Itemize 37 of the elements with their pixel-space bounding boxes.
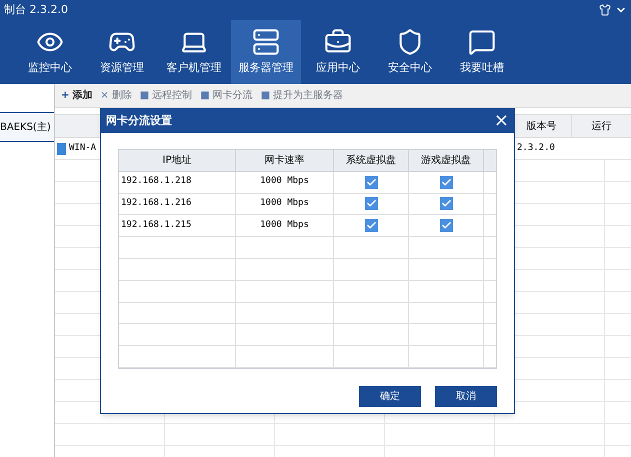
nav-tab[interactable]: 我要吐槽 <box>447 20 517 84</box>
checkbox[interactable] <box>364 176 378 189</box>
column-header: 系统虚拟盘 <box>334 150 409 171</box>
dialog-button[interactable]: 取消 <box>435 386 497 407</box>
ip-cell: 192.168.1.216 <box>119 194 236 214</box>
table-cell-text: 2.3.2.0 <box>516 142 555 155</box>
close-button[interactable]: × <box>494 112 509 130</box>
window-title: 制台 2.3.2.0 <box>4 2 68 18</box>
toolbar-button[interactable]: + 添加 <box>61 88 92 103</box>
ip-cell: 192.168.1.218 <box>119 172 236 193</box>
column-header: 网卡速率 <box>236 150 334 171</box>
message-icon <box>468 28 496 56</box>
nav-tab[interactable]: 安全中心 <box>375 20 445 84</box>
dialog-button[interactable]: 确定 <box>359 386 421 407</box>
column-header: IP地址 <box>119 150 236 171</box>
speed-cell: 1000 Mbps <box>236 172 334 193</box>
column-header: 游戏虚拟盘 <box>409 150 484 171</box>
sidebar-item[interactable]: BAEKS(主) <box>0 112 54 142</box>
checkbox[interactable] <box>440 176 452 189</box>
table-cell-text: WIN-A <box>69 142 98 155</box>
nav-tab[interactable]: 客户机管理 <box>159 20 229 84</box>
speed-cell: 1000 Mbps <box>236 215 334 236</box>
nav-tab[interactable]: 资源管理 <box>87 20 157 84</box>
nav-tab[interactable]: 应用中心 <box>303 20 373 84</box>
checkbox[interactable] <box>364 197 378 210</box>
server-icon <box>57 142 66 154</box>
server-icon <box>252 28 280 56</box>
speed-cell: 1000 Mbps <box>236 194 334 214</box>
nav-tab[interactable]: 监控中心 <box>15 20 85 84</box>
ip-cell: 192.168.1.215 <box>119 215 236 236</box>
dialog-title: 网卡分流设置 <box>106 112 172 129</box>
checkbox[interactable] <box>440 197 452 210</box>
nav-tab[interactable]: 服务器管理 <box>231 20 301 84</box>
checkbox[interactable] <box>364 219 378 232</box>
shirt-icon[interactable] <box>599 4 611 16</box>
checkbox[interactable] <box>440 219 452 232</box>
column-header: 运行 <box>571 115 631 137</box>
